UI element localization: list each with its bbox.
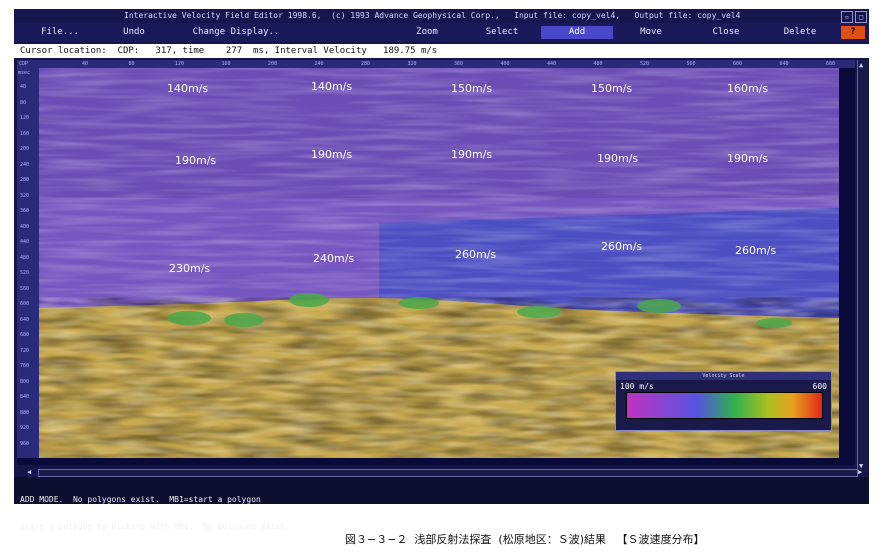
cdp-tick-label: 600 <box>733 61 743 67</box>
velocity-label: 160m/s <box>727 82 769 95</box>
cursor-readout: Cursor location: CDP: 317, time 277 ms, … <box>14 44 869 58</box>
menu-bar: File... Undo Change Display.. Zoom Selec… <box>14 23 869 42</box>
velocity-label: 240m/s <box>313 252 355 265</box>
velocity-color-ramp <box>626 392 823 419</box>
time-tick-label: 480 <box>20 254 30 261</box>
title-bar: Interactive Velocity Field Editor 1998.6… <box>14 9 869 23</box>
maximize-icon[interactable]: □ <box>855 11 867 23</box>
anomaly-4 <box>399 297 439 309</box>
cdp-tick-label: 80 <box>128 61 135 67</box>
time-tick-label: 720 <box>20 347 30 354</box>
time-tick-label: 800 <box>20 378 30 385</box>
velocity-label: 150m/s <box>451 82 493 95</box>
status-area: ADD MODE. No polygons exist. MB1=start a… <box>14 477 869 531</box>
cdp-tick-label: 120 <box>175 61 185 67</box>
velocity-scale-title: Velocity Scale <box>616 372 831 380</box>
time-tick-label: 880 <box>20 409 30 416</box>
cdp-tick-label: 640 <box>779 61 789 67</box>
time-tick-label: 440 <box>20 239 30 245</box>
velocity-label: 190m/s <box>451 148 493 161</box>
anomaly-5 <box>517 306 561 318</box>
horizontal-scrollbar[interactable]: ◀ ▶ <box>27 468 862 477</box>
time-tick-label: 760 <box>20 363 30 369</box>
cdp-tick-label: 160 <box>221 61 231 67</box>
figure-caption: 図３−３−２ 浅部反射法探査 (松原地区：Ｓ波)結果 【Ｓ波速度分布】 <box>345 533 705 546</box>
time-tick-label: 600 <box>20 301 30 307</box>
status-line-2: Start a polygon by picking with MB1. No … <box>20 522 290 531</box>
time-tick-label: 960 <box>20 440 30 447</box>
help-button[interactable]: ? <box>841 26 865 39</box>
cdp-tick-label: 360 <box>454 61 464 67</box>
velocity-scale-max: 600 <box>812 382 827 391</box>
cdp-axis: CDP 40 80 120 160 200 240 280 320 360 400 440 480 52… <box>17 60 855 68</box>
cdp-tick-label: 400 <box>500 61 510 67</box>
velocity-label: 140m/s <box>167 82 209 95</box>
velocity-label: 260m/s <box>601 240 643 253</box>
velocity-scale-panel: Velocity Scale 100 m/s 600 <box>615 371 832 431</box>
velocity-label: 140m/s <box>311 80 353 93</box>
vertical-scrollbar[interactable]: ▲ ▼ <box>857 60 868 472</box>
velocity-label: 230m/s <box>169 262 211 275</box>
cdp-tick-label: 440 <box>547 61 557 67</box>
time-axis-label: msec <box>18 70 31 76</box>
velocity-label: 190m/s <box>175 154 217 167</box>
time-tick-label: 120 <box>20 115 30 121</box>
time-tick-label: 320 <box>20 192 30 199</box>
velocity-scale-min: 100 m/s <box>620 382 654 391</box>
anomaly-1 <box>167 311 211 325</box>
zoom-button[interactable]: Zoom <box>402 26 452 39</box>
velocity-label: 190m/s <box>597 152 639 165</box>
cdp-tick-label: 520 <box>640 61 650 67</box>
minimize-icon[interactable]: ▫ <box>841 11 853 23</box>
cdp-tick-label: 560 <box>686 61 696 67</box>
scroll-up-icon[interactable]: ▲ <box>859 61 863 69</box>
select-button[interactable]: Select <box>474 26 530 39</box>
velocity-label: 190m/s <box>727 152 769 165</box>
scroll-right-icon[interactable]: ▶ <box>858 468 862 476</box>
undo-button[interactable]: Undo <box>109 26 159 39</box>
scroll-left-icon[interactable]: ◀ <box>27 468 31 476</box>
anomaly-7 <box>756 318 792 328</box>
time-tick-label: 680 <box>20 332 30 338</box>
time-tick-label: 40 <box>20 84 27 90</box>
reflector-texture <box>39 68 839 318</box>
time-tick-label: 520 <box>20 270 30 276</box>
time-tick-label: 360 <box>20 208 30 214</box>
editor-window: Interactive Velocity Field Editor 1998.6… <box>14 9 869 531</box>
anomaly-6 <box>637 299 681 313</box>
status-line-1: ADD MODE. No polygons exist. MB1=start a… <box>20 495 261 504</box>
delete-button[interactable]: Delete <box>771 26 829 39</box>
change-display-menu[interactable]: Change Display.. <box>186 26 286 39</box>
cdp-tick-label: 200 <box>268 61 278 67</box>
time-tick-label: 160 <box>20 130 30 137</box>
time-tick-label: 240 <box>20 161 30 168</box>
file-menu[interactable]: File... <box>32 26 88 39</box>
anomaly-3 <box>289 293 329 307</box>
time-tick-label: 840 <box>20 394 30 400</box>
cdp-tick-label: 240 <box>314 61 324 67</box>
time-axis: msec 40 80 120 160 200 240 280 320 360 400 440 480 5… <box>17 68 39 458</box>
close-button[interactable]: Close <box>700 26 752 39</box>
velocity-label: 150m/s <box>591 82 633 95</box>
time-tick-label: 280 <box>20 177 30 183</box>
add-button[interactable]: Add <box>541 26 613 39</box>
time-tick-label: 920 <box>20 425 30 431</box>
cdp-tick-label: 480 <box>593 61 603 67</box>
velocity-label: 260m/s <box>735 244 777 257</box>
cdp-axis-label: CDP <box>19 61 29 67</box>
move-button[interactable]: Move <box>626 26 676 39</box>
time-tick-label: 200 <box>20 146 30 152</box>
time-tick-label: 400 <box>20 223 30 230</box>
velocity-label: 190m/s <box>311 148 353 161</box>
window-title: Interactive Velocity Field Editor 1998.6… <box>124 11 741 20</box>
cdp-tick-label: 320 <box>407 61 417 67</box>
time-tick-label: 80 <box>20 99 27 106</box>
anomaly-2 <box>224 313 264 327</box>
cdp-tick-label: 680 <box>826 61 836 67</box>
cdp-tick-label: 40 <box>82 61 89 67</box>
time-tick-label: 640 <box>20 316 30 323</box>
cdp-tick-label: 280 <box>361 61 371 67</box>
velocity-label: 260m/s <box>455 248 497 261</box>
time-tick-label: 560 <box>20 285 30 292</box>
